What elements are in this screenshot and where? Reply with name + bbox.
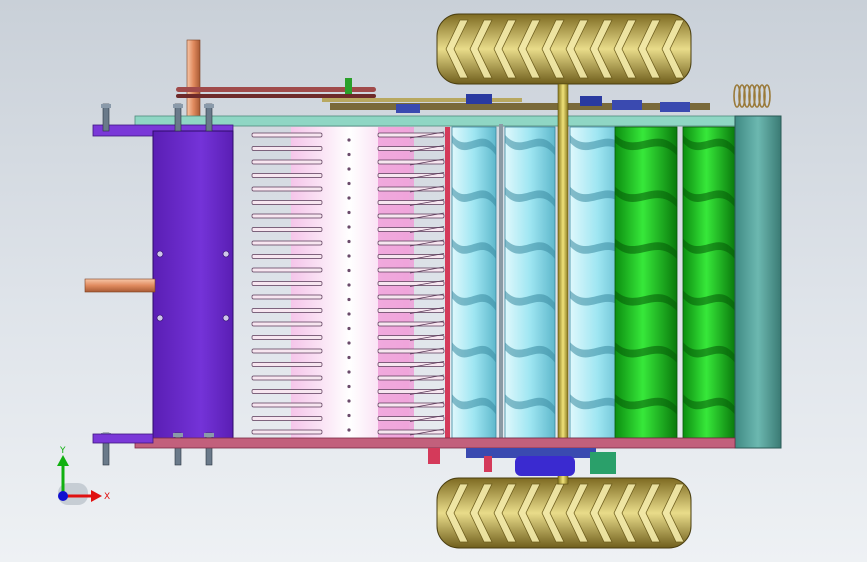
bolt-head bbox=[173, 433, 183, 437]
comb-hole bbox=[347, 254, 351, 258]
cad-viewport[interactable]: Y X bbox=[0, 0, 867, 562]
bottom-purple-flange bbox=[92, 433, 154, 444]
tooth-left bbox=[251, 186, 323, 192]
tooth-left bbox=[251, 335, 323, 340]
small-green-shaft bbox=[345, 78, 352, 94]
right-end-plate bbox=[734, 115, 782, 449]
blue-auger-assembly bbox=[451, 126, 626, 439]
comb-hole bbox=[347, 225, 351, 229]
tooth-left bbox=[251, 240, 323, 246]
tooth-left bbox=[251, 389, 323, 394]
comb-hole bbox=[347, 167, 351, 171]
red-divider-bar bbox=[445, 127, 450, 438]
main-gold-shaft bbox=[557, 83, 569, 485]
comb-hole bbox=[347, 413, 351, 418]
tooth-left bbox=[251, 308, 323, 313]
comb-hole bbox=[347, 312, 351, 316]
comb-hole bbox=[347, 181, 351, 186]
bolt-head bbox=[101, 104, 111, 108]
comb-hole bbox=[347, 341, 351, 345]
tooth-left bbox=[251, 267, 323, 273]
comb-hole bbox=[347, 283, 351, 287]
bottom-wheel-tire bbox=[436, 477, 692, 549]
blue-auger-body bbox=[451, 126, 497, 439]
y-axis-head bbox=[57, 455, 69, 466]
comb-hole bbox=[347, 138, 351, 142]
tension-spring bbox=[733, 84, 771, 108]
tooth-left bbox=[251, 281, 323, 286]
guide-rod bbox=[499, 124, 503, 440]
bolt-head bbox=[173, 104, 183, 108]
green-auger-body bbox=[614, 126, 678, 439]
bolt-head bbox=[204, 433, 214, 437]
x-axis-label: X bbox=[104, 492, 110, 502]
comb-hole bbox=[347, 355, 351, 360]
blue-auger-body bbox=[504, 126, 556, 439]
tooth-left bbox=[251, 348, 323, 354]
tooth-left bbox=[251, 213, 323, 219]
tooth-left bbox=[251, 159, 323, 165]
comb-hole bbox=[347, 268, 351, 273]
comb-hole bbox=[347, 384, 351, 389]
purple-side-frame bbox=[152, 130, 234, 441]
bottom-drive-parts bbox=[428, 448, 616, 476]
comb-hole bbox=[347, 210, 351, 215]
comb-hole bbox=[347, 297, 351, 302]
bottom-frame-bar bbox=[134, 437, 736, 449]
tooth-left bbox=[251, 402, 323, 408]
x-axis-head bbox=[91, 490, 102, 502]
tooth-left bbox=[251, 321, 323, 327]
tooth-left bbox=[251, 362, 323, 367]
comb-holes bbox=[347, 138, 351, 432]
tooth-left bbox=[251, 254, 323, 259]
chain-sprockets bbox=[330, 94, 710, 113]
bolt-shank bbox=[174, 103, 182, 132]
tooth-left bbox=[251, 429, 323, 435]
tooth-left bbox=[251, 173, 323, 178]
z-axis-dot bbox=[58, 491, 68, 501]
comb-hole bbox=[347, 152, 351, 157]
comb-hole bbox=[347, 370, 351, 374]
tooth-left bbox=[251, 200, 323, 205]
bolt-head bbox=[204, 104, 214, 108]
bolt-shank bbox=[102, 103, 110, 132]
comb-hole bbox=[347, 399, 351, 403]
tooth-left bbox=[251, 294, 323, 300]
comb-hole bbox=[347, 196, 351, 200]
y-axis-label: Y bbox=[59, 446, 66, 456]
tooth-left bbox=[251, 416, 323, 421]
green-auger-body bbox=[682, 126, 736, 439]
tooth-left bbox=[251, 227, 323, 232]
tooth-left bbox=[251, 132, 323, 138]
top-wheel-tire bbox=[436, 13, 692, 85]
tooth-left bbox=[251, 375, 323, 381]
bolt-shank bbox=[205, 103, 213, 132]
left-input-shaft bbox=[84, 278, 156, 293]
top-frame-bar bbox=[134, 115, 740, 127]
green-auger-assembly bbox=[614, 126, 736, 439]
comb-hole bbox=[347, 326, 351, 331]
axis-triad: Y X bbox=[57, 446, 110, 505]
tooth-left bbox=[251, 146, 323, 151]
comb-hole bbox=[347, 428, 351, 432]
comb-hole bbox=[347, 239, 351, 244]
